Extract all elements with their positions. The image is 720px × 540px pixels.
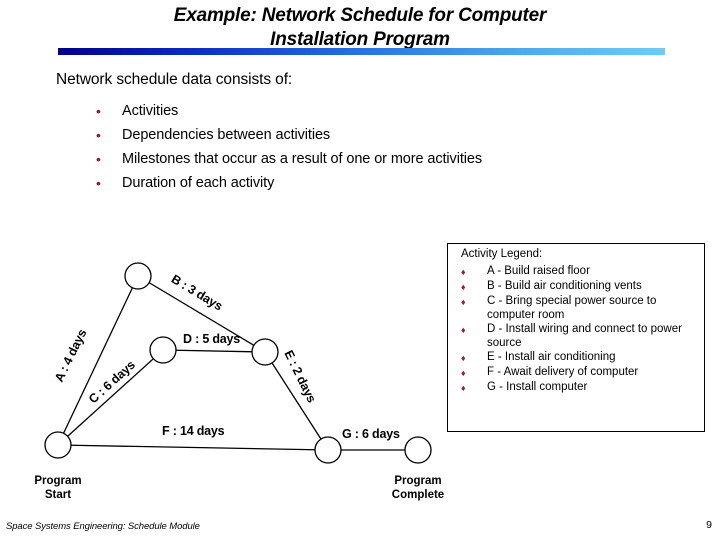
page-number: 9 (706, 519, 712, 531)
node-program-complete (404, 436, 432, 464)
node-program-start (44, 431, 72, 459)
diamond-bullet-icon: ♦ (461, 297, 466, 307)
legend-item-label: C - Bring special power source to comput… (487, 295, 657, 321)
edge-f (57, 444, 329, 451)
node-mid-left (149, 336, 177, 364)
legend-title: Activity Legend: (461, 248, 543, 260)
list-item-label: Duration of each activity (122, 175, 275, 191)
legend-item: ♦ E - Install air conditioning (461, 351, 699, 365)
page-title: Example: Network Schedule for Computer I… (60, 4, 660, 52)
bullet-dot-icon: • (96, 175, 101, 191)
activity-legend-box: Activity Legend: ♦ A - Build raised floo… (447, 243, 705, 432)
legend-item-label: F - Await delivery of computer (487, 366, 639, 378)
diamond-bullet-icon: ♦ (461, 353, 466, 363)
edge-label-f: F : 14 days (162, 424, 225, 438)
legend-list: ♦ A - Build raised floor ♦ B - Build air… (461, 265, 699, 396)
legend-item-label: A - Build raised floor (487, 265, 590, 277)
milestone-complete-line-2: Complete (391, 489, 445, 501)
diamond-bullet-icon: ♦ (461, 267, 466, 277)
node-top (124, 262, 152, 290)
milestone-label-program-start: Program Start (16, 474, 100, 502)
list-item-label: Activities (122, 103, 179, 119)
diamond-bullet-icon: ♦ (461, 282, 466, 292)
list-item: • Activities (92, 102, 652, 126)
edge-label-g: G : 6 days (342, 427, 400, 441)
milestone-label-program-complete: Program Complete (376, 474, 460, 502)
legend-item: ♦ D - Install wiring and connect to powe… (461, 323, 699, 350)
bullet-list: • Activities • Dependencies between acti… (92, 102, 652, 198)
footer-text: Space Systems Engineering: Schedule Modu… (6, 521, 200, 532)
node-mid-right (251, 338, 279, 366)
diamond-bullet-icon: ♦ (461, 383, 466, 393)
bullet-dot-icon: • (96, 127, 101, 143)
legend-item: ♦ G - Install computer (461, 381, 699, 395)
node-delivery (314, 436, 342, 464)
edge-d (162, 349, 266, 353)
legend-item-label: B - Build air conditioning vents (487, 280, 642, 292)
title-line-1: Example: Network Schedule for Computer (173, 5, 547, 26)
bullet-dot-icon: • (96, 151, 101, 167)
title-divider (58, 48, 665, 55)
network-schedule-diagram: A : 4 days B : 3 days C : 6 days D : 5 d… (0, 250, 460, 480)
milestone-complete-line-1: Program (394, 475, 442, 487)
list-item: • Duration of each activity (92, 174, 652, 198)
diamond-bullet-icon: ♦ (461, 325, 466, 335)
diamond-bullet-icon: ♦ (461, 368, 466, 378)
legend-item: ♦ C - Bring special power source to comp… (461, 295, 699, 322)
legend-item: ♦ B - Build air conditioning vents (461, 280, 699, 294)
milestone-start-line-2: Start (44, 489, 72, 501)
legend-item-label: D - Install wiring and connect to power … (487, 323, 682, 349)
intro-text: Network schedule data consists of: (56, 71, 293, 88)
bullet-dot-icon: • (96, 103, 101, 119)
legend-item: ♦ A - Build raised floor (461, 265, 699, 279)
edge-label-d: D : 5 days (183, 332, 241, 346)
list-item-label: Milestones that occur as a result of one… (122, 151, 482, 167)
list-item-label: Dependencies between activities (122, 127, 331, 143)
list-item: • Dependencies between activities (92, 126, 652, 150)
slide: Example: Network Schedule for Computer I… (0, 0, 720, 540)
legend-item-label: E - Install air conditioning (487, 351, 616, 363)
milestone-start-line-1: Program (34, 475, 82, 487)
list-item: • Milestones that occur as a result of o… (92, 150, 652, 174)
legend-item-label: G - Install computer (487, 381, 588, 393)
legend-item: ♦ F - Await delivery of computer (461, 366, 699, 380)
